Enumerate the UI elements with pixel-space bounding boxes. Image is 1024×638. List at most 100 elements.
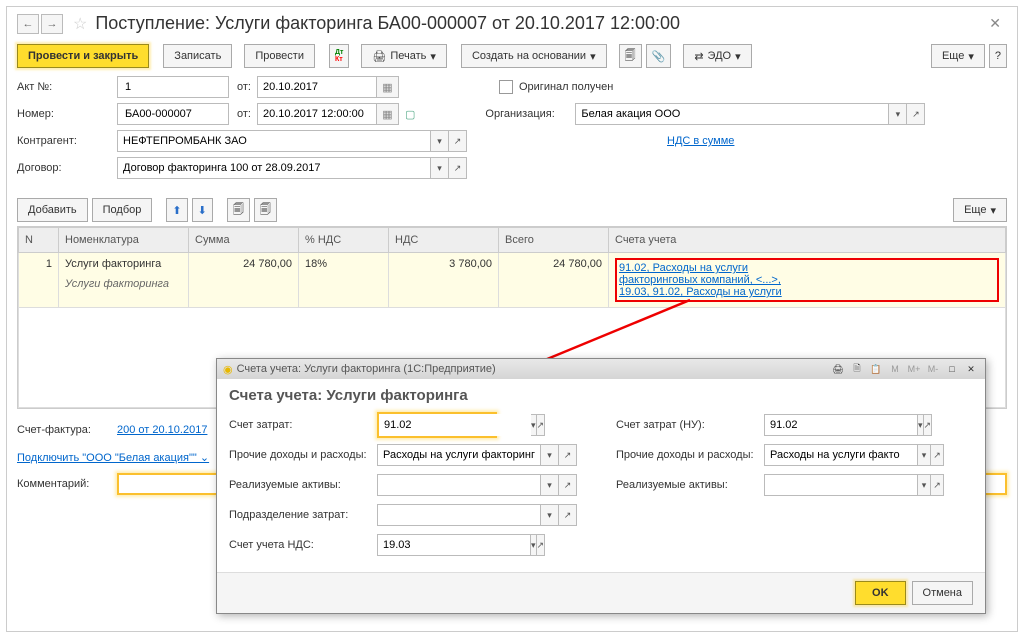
connect-link[interactable]: Подключить "ООО "Белая акация"" ⌄ <box>17 451 209 464</box>
dropdown-icon[interactable]: ▾ <box>918 444 931 466</box>
popup-print-icon[interactable]: 🖨 <box>830 362 846 376</box>
left-income-label: Прочие доходы и расходы: <box>229 449 377 461</box>
back-button[interactable]: ← <box>17 14 39 34</box>
dropdown-icon[interactable]: ▾ <box>431 157 449 179</box>
add-button[interactable]: Добавить <box>17 198 88 222</box>
col-sum: Сумма <box>189 228 299 253</box>
popup-close-icon[interactable]: ✕ <box>963 362 979 376</box>
left-assets-combo[interactable]: ▾ ↗ <box>377 474 577 496</box>
dropdown-icon[interactable]: ▾ <box>431 130 449 152</box>
help-button[interactable]: ? <box>989 44 1007 68</box>
dropdown-icon[interactable]: ▾ <box>889 103 907 125</box>
popup-ok-button[interactable]: OK <box>855 581 906 605</box>
print-label: Печать <box>390 50 426 62</box>
form-area: Акт №: от: ▦ Оригинал получен Номер: от:… <box>7 72 1017 188</box>
left-account-combo[interactable]: ▾ ↗ <box>377 412 497 438</box>
right-income-combo[interactable]: ▾ ↗ <box>764 444 944 466</box>
open-icon[interactable]: ↗ <box>931 444 944 466</box>
move-down-button[interactable]: ⬇ <box>192 198 213 222</box>
act-no-label: Акт №: <box>17 81 117 93</box>
calendar-icon[interactable]: ▦ <box>377 76 399 98</box>
file-button[interactable]: 🗐 <box>619 44 642 68</box>
open-icon[interactable]: ↗ <box>924 414 933 436</box>
more-label: Еще <box>942 50 964 62</box>
dropdown-icon[interactable]: ▾ <box>541 504 559 526</box>
popup-m-icon: M <box>887 362 903 376</box>
number-label: Номер: <box>17 108 117 120</box>
number-from-label: от: <box>237 108 251 120</box>
popup-titlebar[interactable]: ◉ Счета учета: Услуги факторинга (1С:Пре… <box>217 359 985 379</box>
number-field[interactable] <box>117 103 229 125</box>
accounts-link-1[interactable]: 91.02, Расходы на услуги <box>619 262 748 274</box>
open-icon[interactable]: ↗ <box>907 103 925 125</box>
open-icon[interactable]: ↗ <box>559 444 577 466</box>
extra-icon[interactable]: ▢ <box>405 108 415 121</box>
act-date-input[interactable] <box>257 76 377 98</box>
left-income-combo[interactable]: ▾ ↗ <box>377 444 577 466</box>
open-icon[interactable]: ↗ <box>931 474 944 496</box>
main-toolbar: Провести и закрыть Записать Провести ДтК… <box>7 40 1017 72</box>
attach-button[interactable]: 📎 <box>646 44 672 68</box>
right-assets-combo[interactable]: ▾ ↗ <box>764 474 944 496</box>
open-icon[interactable]: ↗ <box>449 130 467 152</box>
open-icon[interactable]: ↗ <box>537 534 546 556</box>
favorite-star-icon[interactable]: ☆ <box>73 14 87 34</box>
print-button[interactable]: 🖨 Печать ▾ <box>361 44 447 68</box>
open-icon[interactable]: ↗ <box>537 414 546 436</box>
table-more-button[interactable]: Еще ▾ <box>953 198 1007 222</box>
create-based-label: Создать на основании <box>472 50 586 62</box>
dtkt-button[interactable]: ДтКт <box>329 44 349 68</box>
popup-heading: Счета учета: Услуги факторинга <box>229 387 973 404</box>
open-icon[interactable]: ↗ <box>559 474 577 496</box>
comment-label: Комментарий: <box>17 478 117 490</box>
popup-cancel-button[interactable]: Отмена <box>912 581 973 605</box>
open-icon[interactable]: ↗ <box>449 157 467 179</box>
col-vat: НДС <box>389 228 499 253</box>
open-icon[interactable]: ↗ <box>559 504 577 526</box>
row-nom2: Услуги факторинга <box>65 278 182 290</box>
dropdown-icon[interactable]: ▾ <box>918 474 931 496</box>
dropdown-icon[interactable]: ▾ <box>541 444 559 466</box>
original-received-checkbox[interactable] <box>499 80 513 94</box>
act-no-field[interactable] <box>117 76 229 98</box>
popup-maximize-icon[interactable]: □ <box>944 362 960 376</box>
right-account-combo[interactable]: ▾ ↗ <box>764 414 884 436</box>
paste-button[interactable]: 🗐 <box>254 198 277 222</box>
invoice-link[interactable]: 200 от 20.10.2017 <box>117 424 207 436</box>
move-up-button[interactable]: ⬆ <box>166 198 187 222</box>
left-account-label: Счет затрат: <box>229 419 377 431</box>
create-based-button[interactable]: Создать на основании ▾ <box>461 44 607 68</box>
accounts-link-2[interactable]: факторинговых компаний, <...>, <box>619 274 781 286</box>
edo-label: ЭДО <box>708 50 732 62</box>
col-n: N <box>19 228 59 253</box>
table-row[interactable]: 1 Услуги факторинга Услуги факторинга 24… <box>19 253 1006 308</box>
post-button[interactable]: Провести <box>244 44 315 68</box>
post-and-close-button[interactable]: Провести и закрыть <box>17 44 149 68</box>
dropdown-icon[interactable]: ▾ <box>541 474 559 496</box>
accounts-link-3[interactable]: 19.03, 91.02, Расходы на услуги <box>619 286 782 298</box>
window-close-icon[interactable]: ✕ <box>989 15 1001 32</box>
popup-calc-icon[interactable]: 📋 <box>868 362 884 376</box>
calendar-icon[interactable]: ▦ <box>377 103 399 125</box>
edo-button[interactable]: ⇄ ЭДО ▾ <box>683 44 751 68</box>
vat-link[interactable]: НДС в сумме <box>667 135 734 147</box>
accounts-highlight: 91.02, Расходы на услуги факторинговых к… <box>615 258 999 302</box>
number-date-input[interactable] <box>257 103 377 125</box>
left-dept-combo[interactable]: ▾ ↗ <box>377 504 577 526</box>
left-vat-acc-combo[interactable]: ▾ ↗ <box>377 534 497 556</box>
popup-buttons: OK Отмена <box>217 572 985 613</box>
more-button[interactable]: Еще ▾ <box>931 44 985 68</box>
col-nomenclature: Номенклатура <box>59 228 189 253</box>
org-combo[interactable]: ▾ ↗ <box>575 103 925 125</box>
forward-button[interactable]: → <box>41 14 63 34</box>
contract-combo[interactable]: ▾ ↗ <box>117 157 467 179</box>
popup-save-icon[interactable]: 🗎 <box>849 362 865 376</box>
popup-window: ◉ Счета учета: Услуги факторинга (1С:Пре… <box>216 358 986 614</box>
pick-button[interactable]: Подбор <box>92 198 153 222</box>
left-dept-label: Подразделение затрат: <box>229 509 377 521</box>
right-assets-label: Реализуемые активы: <box>616 479 764 491</box>
write-button[interactable]: Записать <box>163 44 232 68</box>
original-received-label: Оригинал получен <box>519 81 613 93</box>
copy-button[interactable]: 🗐 <box>227 198 250 222</box>
contractor-combo[interactable]: ▾ ↗ <box>117 130 467 152</box>
